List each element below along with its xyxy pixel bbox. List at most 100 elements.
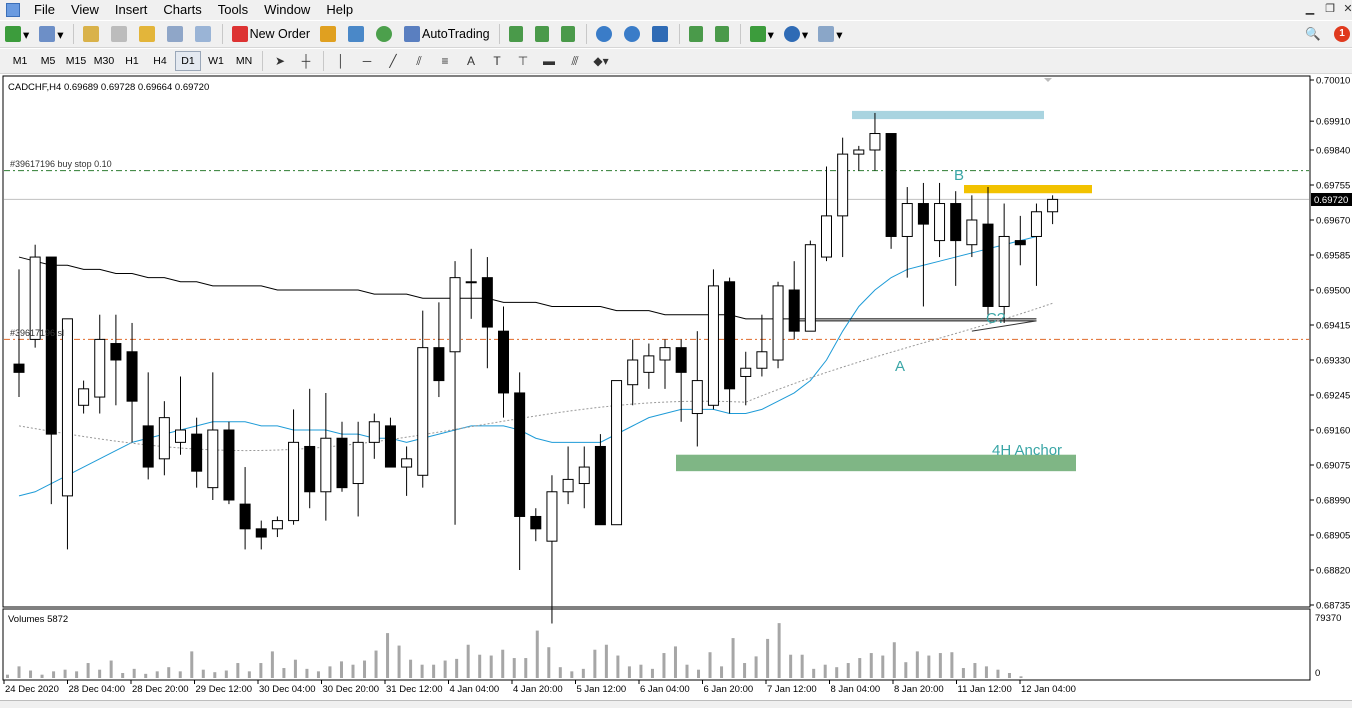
chart-header: CADCHF,H4 0.69689 0.69728 0.69664 0.6972… — [8, 82, 209, 93]
menu-insert[interactable]: Insert — [107, 0, 156, 20]
volume-bar — [121, 673, 125, 678]
bear-candle-body — [191, 433, 203, 472]
volume-bar — [98, 669, 102, 678]
indicators-button[interactable]: ▾ — [747, 23, 777, 45]
bear-candle-body — [885, 133, 897, 237]
close-icon[interactable]: ✕ — [1340, 2, 1352, 16]
bull-candle-body — [998, 235, 1010, 307]
chart-shift-button[interactable] — [712, 23, 734, 45]
volume-bar — [409, 659, 413, 678]
timeframe-m30[interactable]: M30 — [91, 51, 117, 71]
shapes-icon[interactable]: ◆▾ — [590, 51, 612, 71]
volume-bar — [29, 670, 33, 678]
new-chart-button[interactable]: ▾ — [2, 23, 32, 45]
signals-button[interactable] — [345, 23, 369, 45]
text-tool-icon[interactable]: T — [486, 51, 508, 71]
market-button[interactable] — [373, 23, 397, 45]
restore-icon[interactable]: ❐ — [1322, 2, 1338, 16]
bar-chart-button[interactable] — [506, 23, 528, 45]
profiles-button[interactable]: ▾ — [36, 23, 66, 45]
metaeditor-button[interactable] — [317, 23, 341, 45]
timeframe-h1[interactable]: H1 — [119, 51, 145, 71]
volume-bar — [501, 649, 505, 678]
bear-candle-body — [433, 347, 445, 382]
volume-bar — [650, 668, 654, 678]
fibonacci-icon[interactable]: ≡ — [434, 51, 456, 71]
menu-help[interactable]: Help — [318, 0, 361, 20]
timeframe-m1[interactable]: M1 — [7, 51, 33, 71]
horizontal-line-icon[interactable]: ─ — [356, 51, 378, 71]
timeframe-m5[interactable]: M5 — [35, 51, 61, 71]
minimize-icon[interactable]: ▁ — [1302, 2, 1318, 16]
menu-window[interactable]: Window — [256, 0, 318, 20]
volume-bar — [466, 644, 470, 678]
data-window-button[interactable] — [108, 23, 132, 45]
menu-file[interactable]: File — [26, 0, 63, 20]
timeframe-h4[interactable]: H4 — [147, 51, 173, 71]
new-order-button[interactable]: New Order — [229, 23, 313, 45]
market-watch-button[interactable] — [80, 23, 104, 45]
timeframe-d1[interactable]: D1 — [175, 51, 201, 71]
bull-candle-body — [772, 285, 784, 361]
zoom-out-button[interactable] — [621, 23, 645, 45]
trendline-icon[interactable]: ╱ — [382, 51, 404, 71]
templates-button[interactable]: ▾ — [815, 23, 845, 45]
vertical-line-icon[interactable]: │ — [330, 51, 352, 71]
menu-tools[interactable]: Tools — [210, 0, 256, 20]
line-chart-button[interactable] — [558, 23, 580, 45]
menu-view[interactable]: View — [63, 0, 107, 20]
text-label-icon[interactable]: A — [460, 51, 482, 71]
volume-bar — [178, 671, 182, 678]
y-axis-tick-label: 0.68820 — [1316, 566, 1350, 577]
search-icon[interactable]: 🔍 — [1302, 23, 1324, 45]
cursor-icon[interactable]: ➤ — [269, 51, 291, 71]
tile-windows-button[interactable] — [649, 23, 673, 45]
periods-button[interactable]: ▾ — [781, 23, 811, 45]
volume-bar — [75, 671, 79, 678]
y-axis-tick-label: 0.69415 — [1316, 321, 1350, 332]
volume-bar — [846, 663, 850, 678]
toolbar-separator — [262, 51, 263, 71]
volume-bar — [662, 653, 666, 678]
parallel-lines-icon[interactable]: ⫻ — [564, 51, 586, 71]
volume-bar — [535, 630, 539, 678]
timeframe-mn[interactable]: MN — [231, 51, 257, 71]
autotrading-button[interactable]: AutoTrading — [401, 23, 493, 45]
bull-candle-body — [271, 520, 283, 530]
channel-icon[interactable]: ⫽ — [408, 51, 430, 71]
bull-candle-body — [934, 203, 946, 242]
notification-badge[interactable]: 1 — [1334, 26, 1350, 42]
auto-scroll-button[interactable] — [686, 23, 708, 45]
bull-candle-body — [1047, 198, 1059, 213]
arrow-label-icon[interactable]: ⊤ — [512, 51, 534, 71]
bull-candle-body — [853, 149, 865, 155]
timeframe-w1[interactable]: W1 — [203, 51, 229, 71]
bull-candle-body — [546, 491, 558, 542]
volume-bar — [835, 667, 839, 678]
x-axis-tick-label: 4 Jan 04:00 — [450, 684, 500, 695]
timeframe-m15[interactable]: M15 — [63, 51, 89, 71]
volume-bar — [478, 654, 482, 678]
candle — [707, 269, 719, 410]
volume-bar — [363, 660, 367, 678]
y-axis-tick-label: 0.69585 — [1316, 251, 1350, 262]
x-axis-tick-label: 24 Dec 2020 — [5, 684, 59, 695]
chart-window[interactable]: 0.70010 0.69910 0.69840 0.69755 0.69670 0.695… — [0, 74, 1352, 700]
price-chart[interactable]: 0.70010 0.69910 0.69840 0.69755 0.69670 0.695… — [0, 74, 1352, 700]
volume-bar — [374, 650, 378, 678]
rectangle-icon[interactable]: ▬ — [538, 51, 560, 71]
candlestick-button[interactable] — [532, 23, 554, 45]
top-zone — [852, 110, 1044, 120]
terminal-button[interactable] — [164, 23, 188, 45]
strategy-tester-button[interactable] — [192, 23, 216, 45]
navigator-button[interactable] — [136, 23, 160, 45]
volume-bar — [305, 668, 309, 678]
crosshair-icon[interactable]: ┼ — [295, 51, 317, 71]
volume-bar — [616, 655, 620, 678]
x-axis-tick-label: 29 Dec 12:00 — [196, 684, 253, 695]
app-icon — [6, 3, 20, 17]
volume-bar — [86, 663, 90, 678]
bull-candle-body — [627, 359, 639, 386]
menu-charts[interactable]: Charts — [155, 0, 209, 20]
zoom-in-button[interactable] — [593, 23, 617, 45]
